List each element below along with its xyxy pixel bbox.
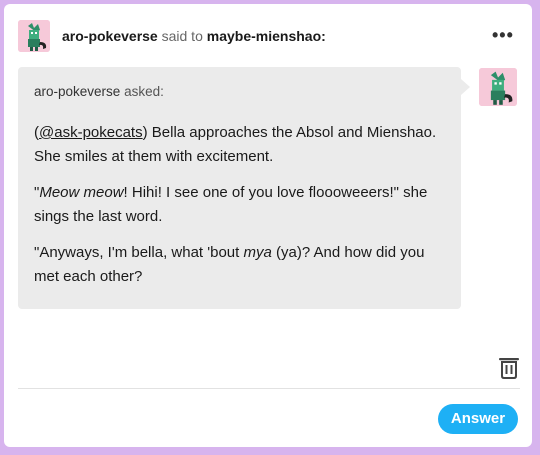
- mention-link[interactable]: @ask-pokecats: [39, 124, 143, 141]
- asker-name-link[interactable]: aro-pokeverse: [34, 84, 120, 99]
- question-paragraph: (@ask-pokecats) Bella approaches the Abs…: [34, 121, 444, 169]
- trash-icon[interactable]: [498, 355, 520, 379]
- avatar-image-icon: [479, 68, 517, 106]
- ask-bubble: aro-pokeverse asked: (@ask-pokecats) Bel…: [18, 67, 470, 309]
- footer-divider: [18, 388, 520, 389]
- post-attribution: aro-pokeverse said to maybe-mienshao:: [62, 28, 326, 44]
- question-paragraph: "Anyways, I'm bella, what 'bout mya (ya)…: [34, 241, 444, 289]
- asker-line: aro-pokeverse asked:: [34, 84, 164, 99]
- blog-avatar[interactable]: [18, 20, 50, 52]
- question-italic-text: Meow meow: [39, 184, 124, 201]
- target-blog-link[interactable]: maybe-mienshao:: [207, 28, 326, 44]
- asked-label: asked:: [124, 84, 164, 99]
- ellipsis-icon[interactable]: •••: [492, 26, 516, 44]
- ask-question: (@ask-pokecats) Bella approaches the Abs…: [34, 121, 444, 301]
- question-italic-text: mya: [243, 244, 272, 261]
- answer-button[interactable]: Answer: [438, 404, 518, 434]
- post-card: aro-pokeverse said to maybe-mienshao: ••…: [4, 4, 532, 447]
- said-to-label: said to: [161, 28, 203, 44]
- post-header: aro-pokeverse said to maybe-mienshao: ••…: [18, 18, 520, 54]
- question-text: "Anyways, I'm bella, what 'bout: [34, 244, 244, 261]
- question-paragraph: "Meow meow! Hihi! I see one of you love …: [34, 181, 444, 229]
- avatar-image-icon: [18, 20, 50, 52]
- blog-name-link[interactable]: aro-pokeverse: [62, 28, 158, 44]
- asker-avatar[interactable]: [479, 68, 517, 106]
